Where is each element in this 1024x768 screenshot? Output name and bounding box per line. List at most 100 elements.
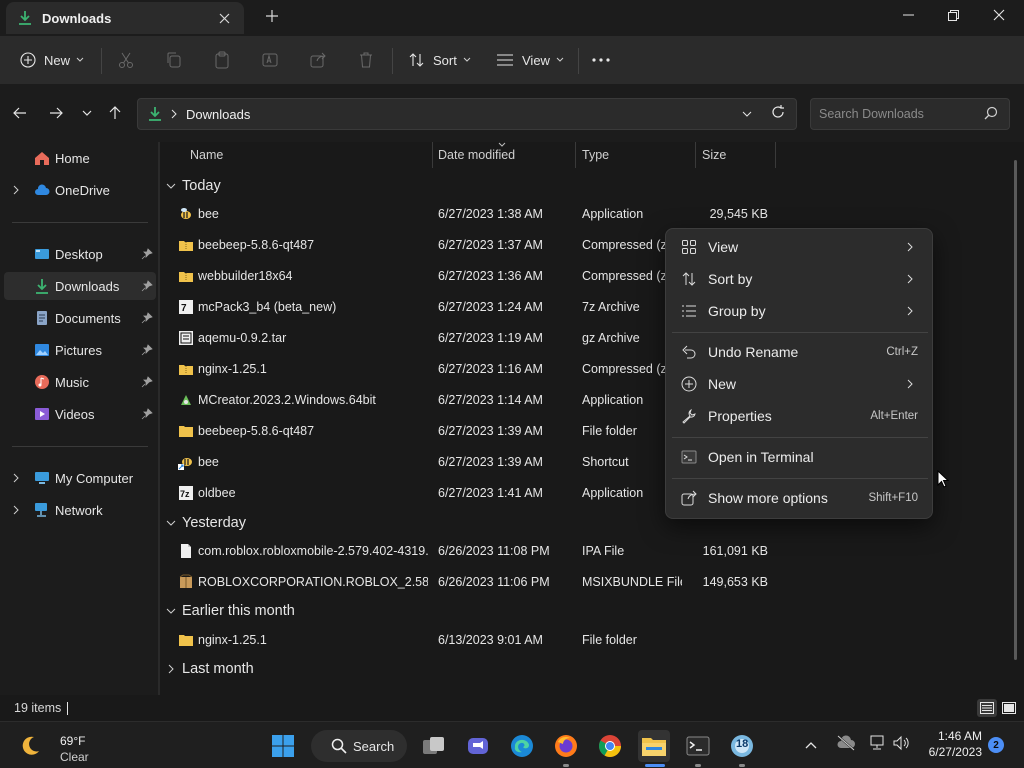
chrome-button[interactable]	[594, 730, 626, 762]
search-input[interactable]	[810, 98, 1010, 130]
task-view-button[interactable]	[418, 730, 450, 762]
tab-downloads[interactable]: Downloads	[6, 2, 244, 34]
menu-item-open-in-terminal[interactable]: Open in Terminal	[672, 442, 928, 472]
file-row[interactable]: nginx-1.25.1 6/13/2023 9:01 AM File fold…	[170, 626, 790, 654]
group-header-earlier-this-month[interactable]: Earlier this month	[166, 597, 295, 625]
group-header-last-month[interactable]: Last month	[166, 655, 254, 683]
more-options-button[interactable]	[592, 46, 610, 74]
address-bar[interactable]: Downloads	[137, 98, 797, 130]
sidebar-item-videos[interactable]: Videos	[4, 400, 156, 428]
minimize-icon[interactable]	[885, 0, 931, 30]
clock-date[interactable]: 6/27/2023	[910, 745, 982, 759]
sidebar-item-downloads[interactable]: Downloads	[4, 272, 156, 300]
sidebar-item-documents[interactable]: Documents	[4, 304, 156, 332]
clock-time[interactable]: 1:46 AM	[920, 729, 982, 743]
column-divider[interactable]	[575, 142, 576, 168]
file-row[interactable]: ROBLOXCORPORATION.ROBLOX_2.581.5... 6/26…	[170, 568, 790, 596]
sidebar-item-network[interactable]: Network	[4, 496, 156, 524]
expand-chevron-icon[interactable]	[11, 505, 21, 515]
breadcrumb-downloads[interactable]: Downloads	[186, 107, 250, 122]
file-date: 6/27/2023 1:41 AM	[438, 486, 543, 500]
view-button[interactable]: View	[496, 46, 564, 74]
sidebar-item-pictures[interactable]: Pictures	[4, 336, 156, 364]
onedrive-offline-icon[interactable]	[836, 735, 856, 753]
column-header-name[interactable]: Name	[190, 142, 223, 168]
edge-browser-button[interactable]	[506, 730, 538, 762]
pin-icon[interactable]	[141, 312, 153, 324]
active-indicator	[645, 764, 665, 767]
sort-button[interactable]: Sort	[408, 46, 471, 74]
paste-button[interactable]	[213, 46, 231, 74]
menu-item-view[interactable]: View	[672, 232, 928, 262]
expand-chevron-icon[interactable]	[11, 185, 21, 195]
video-icon	[35, 408, 49, 420]
group-header-today[interactable]: Today	[166, 172, 221, 200]
firefox-button[interactable]	[550, 730, 582, 762]
pin-icon[interactable]	[141, 344, 153, 356]
sidebar-item-onedrive[interactable]: OneDrive	[4, 176, 156, 204]
restore-icon[interactable]	[930, 0, 976, 30]
menu-item-sort-by[interactable]: Sort by	[672, 264, 928, 294]
pin-icon[interactable]	[141, 408, 153, 420]
file-type: Compressed (zip	[582, 362, 666, 376]
menu-item-group-by[interactable]: Group by	[672, 296, 928, 326]
file-explorer-button[interactable]	[638, 730, 670, 762]
forward-icon[interactable]	[44, 101, 68, 125]
menu-item-undo-rename[interactable]: Undo Rename Ctrl+Z	[672, 337, 928, 367]
pin-icon[interactable]	[141, 376, 153, 388]
sidebar-item-music[interactable]: Music	[4, 368, 156, 396]
pin-icon[interactable]	[141, 280, 153, 292]
tiles-view-toggle[interactable]	[999, 699, 1019, 717]
vertical-scrollbar[interactable]	[1014, 160, 1017, 660]
address-history-chevron-icon[interactable]	[742, 110, 752, 118]
taskbar-search[interactable]: Search	[311, 730, 407, 762]
new-button[interactable]: New	[20, 46, 84, 74]
sidebar-item-label: Network	[55, 502, 103, 518]
copy-button[interactable]	[165, 46, 183, 74]
home-icon	[35, 152, 49, 165]
details-view-toggle[interactable]	[977, 699, 997, 717]
calendar-app-button[interactable]: 18	[726, 730, 758, 762]
sidebar-item-my-computer[interactable]: My Computer	[4, 464, 156, 492]
terminal-button[interactable]	[682, 730, 714, 762]
sidebar-item-label: Downloads	[55, 278, 120, 294]
menu-item-properties[interactable]: Properties Alt+Enter	[672, 401, 928, 431]
file-row[interactable]: com.roblox.robloxmobile-2.579.402-4319..…	[170, 537, 790, 565]
delete-button[interactable]	[357, 46, 375, 74]
group-header-yesterday[interactable]: Yesterday	[166, 509, 246, 537]
close-window-icon[interactable]	[976, 0, 1022, 30]
search-icon[interactable]	[984, 106, 1000, 122]
notification-badge[interactable]: 2	[988, 737, 1004, 753]
rename-button[interactable]	[261, 46, 279, 74]
show-hidden-icons-chevron-icon[interactable]	[805, 738, 819, 752]
weather-widget[interactable]: 69°F Clear	[10, 726, 140, 766]
column-divider[interactable]	[695, 142, 696, 168]
sidebar-item-home[interactable]: Home	[4, 144, 156, 172]
sidebar-item-label: My Computer	[55, 470, 134, 486]
up-icon[interactable]	[103, 101, 127, 125]
tab-close-icon[interactable]	[214, 8, 234, 28]
new-tab-icon[interactable]	[262, 6, 282, 26]
recent-locations-chevron-icon[interactable]	[75, 101, 99, 125]
cut-button[interactable]	[117, 46, 135, 74]
start-button[interactable]	[267, 730, 299, 762]
network-status-icon[interactable]	[868, 735, 888, 753]
file-name: bee	[198, 455, 219, 469]
menu-item-new[interactable]: New	[672, 369, 928, 399]
back-icon[interactable]	[8, 101, 32, 125]
column-header-type[interactable]: Type	[582, 142, 609, 168]
refresh-icon[interactable]	[770, 104, 790, 124]
pin-icon[interactable]	[141, 248, 153, 260]
teams-chat-button[interactable]	[462, 730, 494, 762]
expand-chevron-icon[interactable]	[11, 473, 21, 483]
sidebar-item-desktop[interactable]: Desktop	[4, 240, 156, 268]
menu-item-show-more-options[interactable]: Show more options Shift+F10	[672, 483, 928, 513]
column-divider[interactable]	[432, 142, 433, 168]
file-row[interactable]: bee 6/27/2023 1:38 AM Application 29,545…	[170, 200, 790, 228]
share-button[interactable]	[309, 46, 327, 74]
column-divider[interactable]	[775, 142, 776, 168]
column-header-size[interactable]: Size	[702, 142, 726, 168]
file-type: Application	[582, 393, 644, 407]
rename-icon	[262, 53, 278, 67]
sort-chevron-icon	[498, 142, 506, 147]
